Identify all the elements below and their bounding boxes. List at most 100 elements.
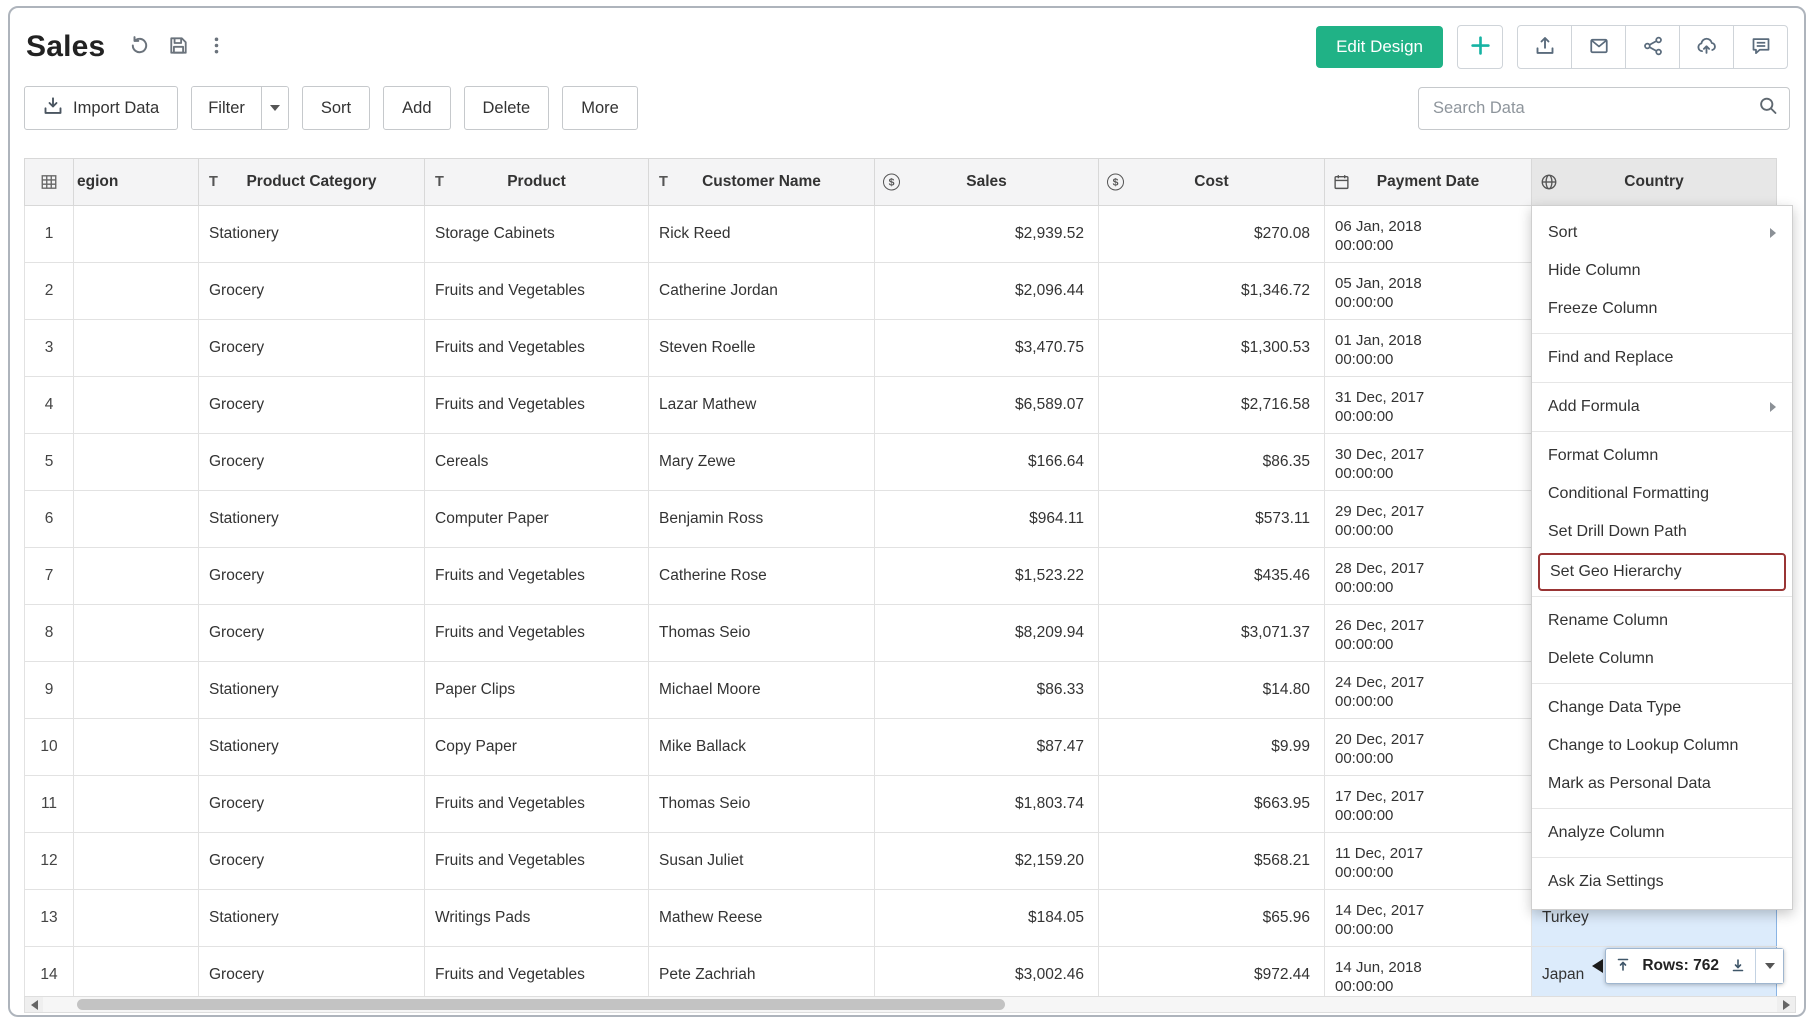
sales-cell[interactable]: $2,159.20 — [875, 833, 1099, 890]
menu-item-add-formula[interactable]: Add Formula — [1532, 388, 1792, 426]
menu-item-set-geo-hierarchy[interactable]: Set Geo Hierarchy — [1538, 553, 1786, 591]
payment-date-cell[interactable]: 01 Jan, 201800:00:00 — [1325, 320, 1532, 377]
header-sales[interactable]: Sales — [875, 159, 1099, 206]
product-cell[interactable]: Paper Clips — [425, 662, 649, 719]
region-cell[interactable] — [74, 890, 199, 947]
menu-item-delete-column[interactable]: Delete Column — [1532, 640, 1792, 678]
rows-dropdown-button[interactable] — [1755, 949, 1783, 983]
row-number-cell[interactable]: 13 — [25, 890, 74, 947]
sales-cell[interactable]: $1,803.74 — [875, 776, 1099, 833]
region-cell[interactable] — [74, 605, 199, 662]
payment-date-cell[interactable]: 17 Dec, 201700:00:00 — [1325, 776, 1532, 833]
product-cell[interactable]: Fruits and Vegetables — [425, 320, 649, 377]
payment-date-cell[interactable]: 31 Dec, 201700:00:00 — [1325, 377, 1532, 434]
product-cell[interactable]: Fruits and Vegetables — [425, 605, 649, 662]
product-category-cell[interactable]: Stationery — [199, 206, 425, 263]
menu-item-conditional-formatting[interactable]: Conditional Formatting — [1532, 475, 1792, 513]
product-cell[interactable]: Storage Cabinets — [425, 206, 649, 263]
header-country[interactable]: Country — [1532, 159, 1777, 206]
sales-cell[interactable]: $3,470.75 — [875, 320, 1099, 377]
sales-cell[interactable]: $87.47 — [875, 719, 1099, 776]
region-cell[interactable] — [74, 662, 199, 719]
region-cell[interactable] — [74, 947, 199, 1004]
row-number-cell[interactable]: 2 — [25, 263, 74, 320]
row-number-cell[interactable]: 11 — [25, 776, 74, 833]
payment-date-cell[interactable]: 05 Jan, 201800:00:00 — [1325, 263, 1532, 320]
menu-item-mark-as-personal-data[interactable]: Mark as Personal Data — [1532, 765, 1792, 803]
add-button[interactable]: Add — [383, 86, 450, 130]
region-cell[interactable] — [74, 491, 199, 548]
region-cell[interactable] — [74, 206, 199, 263]
row-number-cell[interactable]: 9 — [25, 662, 74, 719]
region-cell[interactable] — [74, 320, 199, 377]
product-category-cell[interactable]: Grocery — [199, 833, 425, 890]
customer-name-cell[interactable]: Steven Roelle — [649, 320, 875, 377]
cost-cell[interactable]: $568.21 — [1099, 833, 1325, 890]
payment-date-cell[interactable]: 11 Dec, 201700:00:00 — [1325, 833, 1532, 890]
scroll-left-button[interactable] — [25, 997, 43, 1012]
scroll-right-button[interactable] — [1777, 997, 1795, 1012]
menu-item-rename-column[interactable]: Rename Column — [1532, 602, 1792, 640]
cost-cell[interactable]: $9.99 — [1099, 719, 1325, 776]
save-button[interactable] — [168, 35, 189, 59]
product-cell[interactable]: Writings Pads — [425, 890, 649, 947]
menu-item-set-drill-down-path[interactable]: Set Drill Down Path — [1532, 513, 1792, 551]
region-cell[interactable] — [74, 434, 199, 491]
product-category-cell[interactable]: Stationery — [199, 491, 425, 548]
payment-date-cell[interactable]: 29 Dec, 201700:00:00 — [1325, 491, 1532, 548]
payment-date-cell[interactable]: 26 Dec, 201700:00:00 — [1325, 605, 1532, 662]
refresh-button[interactable] — [129, 35, 150, 59]
search-input[interactable] — [1418, 87, 1790, 130]
header-payment-date[interactable]: Payment Date — [1325, 159, 1532, 206]
import-data-button[interactable]: Import Data — [24, 86, 178, 130]
cost-cell[interactable]: $3,071.37 — [1099, 605, 1325, 662]
cost-cell[interactable]: $435.46 — [1099, 548, 1325, 605]
header-row-number[interactable] — [25, 159, 74, 206]
product-category-cell[interactable]: Grocery — [199, 605, 425, 662]
product-cell[interactable]: Computer Paper — [425, 491, 649, 548]
menu-item-format-column[interactable]: Format Column — [1532, 437, 1792, 475]
row-number-cell[interactable]: 4 — [25, 377, 74, 434]
more-button[interactable]: More — [562, 86, 638, 130]
product-cell[interactable]: Fruits and Vegetables — [425, 548, 649, 605]
product-category-cell[interactable]: Grocery — [199, 434, 425, 491]
sales-cell[interactable]: $1,523.22 — [875, 548, 1099, 605]
menu-item-find-and-replace[interactable]: Find and Replace — [1532, 339, 1792, 377]
filter-button[interactable]: Filter — [192, 87, 261, 129]
region-cell[interactable] — [74, 719, 199, 776]
add-new-button[interactable] — [1457, 25, 1503, 69]
sales-cell[interactable]: $964.11 — [875, 491, 1099, 548]
cost-cell[interactable]: $270.08 — [1099, 206, 1325, 263]
edit-design-button[interactable]: Edit Design — [1316, 26, 1443, 68]
menu-item-change-data-type[interactable]: Change Data Type — [1532, 689, 1792, 727]
customer-name-cell[interactable]: Mary Zewe — [649, 434, 875, 491]
menu-item-sort[interactable]: Sort — [1532, 214, 1792, 252]
product-cell[interactable]: Copy Paper — [425, 719, 649, 776]
delete-button[interactable]: Delete — [464, 86, 550, 130]
header-product[interactable]: TProduct — [425, 159, 649, 206]
row-number-cell[interactable]: 14 — [25, 947, 74, 1004]
comments-button[interactable] — [1733, 25, 1788, 69]
customer-name-cell[interactable]: Mathew Reese — [649, 890, 875, 947]
cost-cell[interactable]: $2,716.58 — [1099, 377, 1325, 434]
customer-name-cell[interactable]: Thomas Seio — [649, 776, 875, 833]
row-number-cell[interactable]: 1 — [25, 206, 74, 263]
menu-item-hide-column[interactable]: Hide Column — [1532, 252, 1792, 290]
sales-cell[interactable]: $3,002.46 — [875, 947, 1099, 1004]
row-number-cell[interactable]: 3 — [25, 320, 74, 377]
row-number-cell[interactable]: 5 — [25, 434, 74, 491]
menu-item-change-to-lookup-column[interactable]: Change to Lookup Column — [1532, 727, 1792, 765]
cost-cell[interactable]: $1,346.72 — [1099, 263, 1325, 320]
product-category-cell[interactable]: Grocery — [199, 776, 425, 833]
product-category-cell[interactable]: Grocery — [199, 320, 425, 377]
email-button[interactable] — [1571, 25, 1626, 69]
horizontal-scrollbar[interactable] — [24, 996, 1796, 1013]
sales-cell[interactable]: $6,589.07 — [875, 377, 1099, 434]
scrollbar-thumb[interactable] — [77, 999, 1005, 1010]
cost-cell[interactable]: $573.11 — [1099, 491, 1325, 548]
sort-button[interactable]: Sort — [302, 86, 370, 130]
sales-cell[interactable]: $166.64 — [875, 434, 1099, 491]
customer-name-cell[interactable]: Pete Zachriah — [649, 947, 875, 1004]
payment-date-cell[interactable]: 14 Dec, 201700:00:00 — [1325, 890, 1532, 947]
title-more-button[interactable] — [207, 36, 226, 58]
